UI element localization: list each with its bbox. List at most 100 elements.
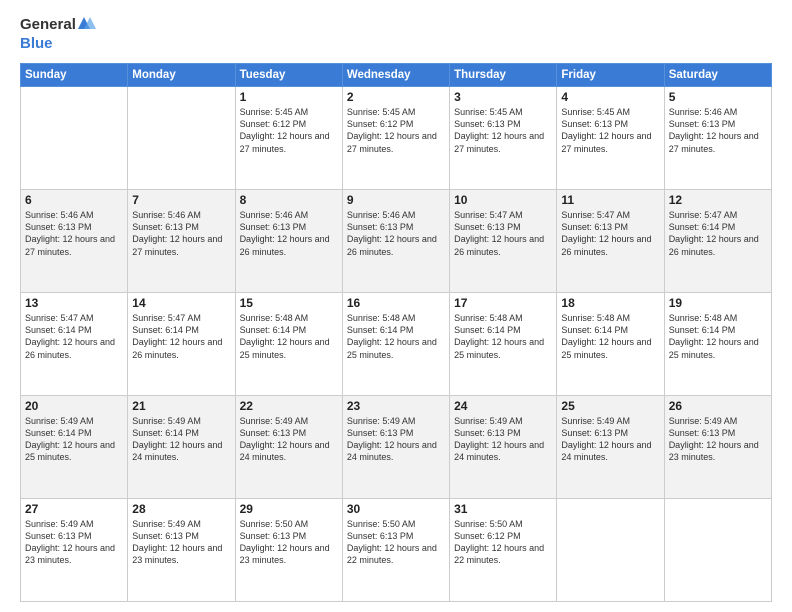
- day-number: 12: [669, 193, 767, 207]
- day-cell: 13 Sunrise: 5:47 AM Sunset: 6:14 PM Dayli…: [21, 293, 128, 396]
- day-info: Sunrise: 5:46 AM Sunset: 6:13 PM Dayligh…: [240, 209, 338, 258]
- day-number: 16: [347, 296, 445, 310]
- logo-icon: [78, 14, 96, 32]
- day-info: Sunrise: 5:48 AM Sunset: 6:14 PM Dayligh…: [669, 312, 767, 361]
- week-row-1: 1 Sunrise: 5:45 AM Sunset: 6:12 PM Daylig…: [21, 87, 772, 190]
- day-cell: 27 Sunrise: 5:49 AM Sunset: 6:13 PM Dayli…: [21, 499, 128, 602]
- day-info: Sunrise: 5:47 AM Sunset: 6:14 PM Dayligh…: [25, 312, 123, 361]
- day-info: Sunrise: 5:45 AM Sunset: 6:13 PM Dayligh…: [454, 106, 552, 155]
- day-cell: 8 Sunrise: 5:46 AM Sunset: 6:13 PM Daylig…: [235, 190, 342, 293]
- day-cell: 25 Sunrise: 5:49 AM Sunset: 6:13 PM Dayli…: [557, 396, 664, 499]
- day-info: Sunrise: 5:49 AM Sunset: 6:13 PM Dayligh…: [25, 518, 123, 567]
- day-cell: 26Sunrise: 5:49 AM Sunset: 6:13 PM Dayli…: [664, 396, 771, 499]
- day-cell: 2Sunrise: 5:45 AM Sunset: 6:12 PM Daylig…: [342, 87, 449, 190]
- weekday-header-monday: Monday: [128, 64, 235, 87]
- day-cell: 7Sunrise: 5:46 AM Sunset: 6:13 PM Daylig…: [128, 190, 235, 293]
- day-info: Sunrise: 5:47 AM Sunset: 6:13 PM Dayligh…: [454, 209, 552, 258]
- day-cell: [128, 87, 235, 190]
- day-cell: 20Sunrise: 5:49 AM Sunset: 6:14 PM Dayli…: [21, 396, 128, 499]
- day-number: 3: [454, 90, 552, 104]
- logo-text-area: General Blue: [20, 16, 96, 53]
- day-cell: 30 Sunrise: 5:50 AM Sunset: 6:13 PM Dayli…: [342, 499, 449, 602]
- day-info: Sunrise: 5:50 AM Sunset: 6:13 PM Dayligh…: [347, 518, 445, 567]
- day-info: Sunrise: 5:49 AM Sunset: 6:13 PM Dayligh…: [347, 415, 445, 464]
- day-number: 18: [561, 296, 659, 310]
- day-number: 6: [25, 193, 123, 207]
- day-number: 11: [561, 193, 659, 207]
- day-cell: 14 Sunrise: 5:47 AM Sunset: 6:14 PM Dayli…: [128, 293, 235, 396]
- day-number: 23: [347, 399, 445, 413]
- day-cell: 23 Sunrise: 5:49 AM Sunset: 6:13 PM Dayli…: [342, 396, 449, 499]
- day-info: Sunrise: 5:48 AM Sunset: 6:14 PM Dayligh…: [347, 312, 445, 361]
- day-number: 8: [240, 193, 338, 207]
- day-info: Sunrise: 5:49 AM Sunset: 6:13 PM Dayligh…: [669, 415, 767, 464]
- day-number: 28: [132, 502, 230, 516]
- day-cell: [664, 499, 771, 602]
- day-cell: 4 Sunrise: 5:45 AM Sunset: 6:13 PM Daylig…: [557, 87, 664, 190]
- day-cell: 18 Sunrise: 5:48 AM Sunset: 6:14 PM Dayli…: [557, 293, 664, 396]
- day-cell: 17 Sunrise: 5:48 AM Sunset: 6:14 PM Dayli…: [450, 293, 557, 396]
- day-cell: 28 Sunrise: 5:49 AM Sunset: 6:13 PM Dayli…: [128, 499, 235, 602]
- calendar-page: General Blue SundayMondayTuesdayWednesda…: [0, 0, 792, 612]
- day-cell: [21, 87, 128, 190]
- day-info: Sunrise: 5:48 AM Sunset: 6:14 PM Dayligh…: [454, 312, 552, 361]
- day-info: Sunrise: 5:47 AM Sunset: 6:14 PM Dayligh…: [132, 312, 230, 361]
- day-number: 22: [240, 399, 338, 413]
- day-number: 5: [669, 90, 767, 104]
- day-number: 10: [454, 193, 552, 207]
- day-info: Sunrise: 5:47 AM Sunset: 6:13 PM Dayligh…: [561, 209, 659, 258]
- weekday-header-thursday: Thursday: [450, 64, 557, 87]
- day-cell: 15Sunrise: 5:48 AM Sunset: 6:14 PM Dayli…: [235, 293, 342, 396]
- day-info: Sunrise: 5:50 AM Sunset: 6:12 PM Dayligh…: [454, 518, 552, 567]
- day-info: Sunrise: 5:48 AM Sunset: 6:14 PM Dayligh…: [561, 312, 659, 361]
- day-info: Sunrise: 5:46 AM Sunset: 6:13 PM Dayligh…: [669, 106, 767, 155]
- calendar-table: SundayMondayTuesdayWednesdayThursdayFrid…: [20, 63, 772, 602]
- day-info: Sunrise: 5:49 AM Sunset: 6:13 PM Dayligh…: [561, 415, 659, 464]
- weekday-header-wednesday: Wednesday: [342, 64, 449, 87]
- weekday-header-saturday: Saturday: [664, 64, 771, 87]
- day-number: 20: [25, 399, 123, 413]
- day-cell: 31Sunrise: 5:50 AM Sunset: 6:12 PM Dayli…: [450, 499, 557, 602]
- day-number: 1: [240, 90, 338, 104]
- logo-blue: Blue: [20, 35, 53, 52]
- day-info: Sunrise: 5:50 AM Sunset: 6:13 PM Dayligh…: [240, 518, 338, 567]
- week-row-5: 27 Sunrise: 5:49 AM Sunset: 6:13 PM Dayli…: [21, 499, 772, 602]
- day-info: Sunrise: 5:45 AM Sunset: 6:12 PM Dayligh…: [240, 106, 338, 155]
- logo: General Blue: [20, 16, 96, 53]
- day-cell: 22 Sunrise: 5:49 AM Sunset: 6:13 PM Dayli…: [235, 396, 342, 499]
- day-info: Sunrise: 5:49 AM Sunset: 6:13 PM Dayligh…: [454, 415, 552, 464]
- day-cell: 9Sunrise: 5:46 AM Sunset: 6:13 PM Daylig…: [342, 190, 449, 293]
- day-info: Sunrise: 5:45 AM Sunset: 6:12 PM Dayligh…: [347, 106, 445, 155]
- day-number: 4: [561, 90, 659, 104]
- day-cell: 6 Sunrise: 5:46 AM Sunset: 6:13 PM Daylig…: [21, 190, 128, 293]
- day-info: Sunrise: 5:48 AM Sunset: 6:14 PM Dayligh…: [240, 312, 338, 361]
- day-info: Sunrise: 5:49 AM Sunset: 6:13 PM Dayligh…: [132, 518, 230, 567]
- day-cell: 10 Sunrise: 5:47 AM Sunset: 6:13 PM Dayli…: [450, 190, 557, 293]
- day-info: Sunrise: 5:47 AM Sunset: 6:14 PM Dayligh…: [669, 209, 767, 258]
- day-info: Sunrise: 5:45 AM Sunset: 6:13 PM Dayligh…: [561, 106, 659, 155]
- day-info: Sunrise: 5:49 AM Sunset: 6:14 PM Dayligh…: [132, 415, 230, 464]
- day-cell: 16 Sunrise: 5:48 AM Sunset: 6:14 PM Dayli…: [342, 293, 449, 396]
- day-cell: [557, 499, 664, 602]
- weekday-header-sunday: Sunday: [21, 64, 128, 87]
- day-number: 21: [132, 399, 230, 413]
- day-number: 30: [347, 502, 445, 516]
- day-info: Sunrise: 5:46 AM Sunset: 6:13 PM Dayligh…: [25, 209, 123, 258]
- day-cell: 12 Sunrise: 5:47 AM Sunset: 6:14 PM Dayli…: [664, 190, 771, 293]
- header: General Blue: [20, 16, 772, 53]
- day-number: 25: [561, 399, 659, 413]
- day-number: 17: [454, 296, 552, 310]
- day-number: 27: [25, 502, 123, 516]
- day-number: 14: [132, 296, 230, 310]
- week-row-4: 20 Sunrise: 5:49 AM Sunset: 6:14 PM Dayli…: [21, 396, 772, 499]
- day-info: Sunrise: 5:46 AM Sunset: 6:13 PM Dayligh…: [347, 209, 445, 258]
- day-info: Sunrise: 5:49 AM Sunset: 6:13 PM Dayligh…: [240, 415, 338, 464]
- day-number: 24: [454, 399, 552, 413]
- day-number: 13: [25, 296, 123, 310]
- weekday-header-friday: Friday: [557, 64, 664, 87]
- day-cell: 5 Sunrise: 5:46 AM Sunset: 6:13 PM Daylig…: [664, 87, 771, 190]
- week-row-2: 6 Sunrise: 5:46 AM Sunset: 6:13 PM Daylig…: [21, 190, 772, 293]
- day-cell: 21 Sunrise: 5:49 AM Sunset: 6:14 PM Dayli…: [128, 396, 235, 499]
- weekday-header-row: SundayMondayTuesdayWednesdayThursdayFrid…: [21, 64, 772, 87]
- day-cell: 11 Sunrise: 5:47 AM Sunset: 6:13 PM Dayli…: [557, 190, 664, 293]
